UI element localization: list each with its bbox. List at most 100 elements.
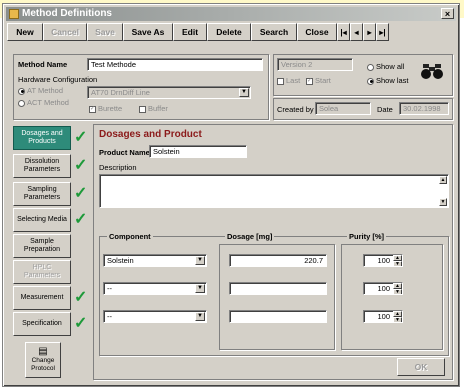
change-protocol-label: Change Protocol — [31, 357, 55, 372]
radio-icon — [18, 99, 25, 107]
scroll-down-icon[interactable]: ▼ — [439, 198, 447, 206]
change-protocol-button[interactable]: ▤ Change Protocol — [25, 342, 61, 378]
sidebar-item-sampling[interactable]: Sampling Parameters — [13, 182, 71, 206]
last-label: Last — [286, 76, 301, 85]
purity-spinner-1[interactable]: ▲ ▼ — [393, 255, 402, 266]
sidebar-item-dissolution[interactable]: Dissolution Parameters — [13, 154, 71, 178]
sidebar-item-sample-prep[interactable]: Sample Preparation — [13, 234, 71, 258]
show-all-label: Show all — [376, 62, 405, 71]
purity-input-1-value: 100 — [377, 256, 390, 265]
sidebar-item-dosages[interactable]: Dosages and Products — [13, 126, 71, 150]
hardware-option-1-label: AT Method — [27, 86, 63, 95]
component-select-2-value: -- — [107, 284, 112, 293]
product-name-label: Product Name — [99, 148, 150, 157]
component-select-3[interactable]: -- ▼ — [103, 310, 207, 323]
component-select-1[interactable]: Solstein ▼ — [103, 254, 207, 267]
created-by-label: Created by — [277, 105, 314, 114]
burette-checkbox[interactable]: ✓ Burette — [89, 104, 122, 113]
hardware-option-1[interactable]: AT Method — [18, 86, 63, 95]
purity-input-3[interactable]: 100 ▲ ▼ — [363, 310, 403, 323]
spin-down-icon[interactable]: ▼ — [393, 261, 402, 266]
component-select-3-value: -- — [107, 312, 112, 321]
sidebar-item-media[interactable]: Selecting Media — [13, 208, 71, 232]
device-select-value: AT70 DrnDiff Line — [91, 88, 150, 97]
edit-button[interactable]: Edit — [173, 23, 207, 41]
checkbox-icon: ✓ — [89, 105, 96, 113]
show-last-label: Show last — [376, 76, 409, 85]
dosage-header: Dosage [mg] — [225, 232, 275, 241]
radio-icon — [18, 87, 25, 95]
dosage-input-3[interactable] — [229, 310, 327, 323]
product-name-input[interactable]: Solstein — [149, 145, 247, 158]
nav-next-button[interactable]: ▸ — [363, 23, 376, 41]
sidebar-item-measurement[interactable]: Measurement — [13, 286, 71, 310]
search-button[interactable]: Search — [251, 23, 297, 41]
close-button[interactable]: Close — [297, 23, 337, 41]
buffer-label: Buffer — [148, 104, 168, 113]
burette-label: Burette — [98, 104, 123, 113]
chevron-down-icon[interactable]: ▼ — [195, 312, 205, 321]
hardware-config-label: Hardware Configuration — [18, 75, 98, 84]
close-icon[interactable]: × — [441, 8, 454, 19]
done-check-icon: ✓ — [74, 185, 88, 202]
protocol-icon: ▤ — [38, 346, 48, 357]
checkbox-icon: ✓ — [306, 77, 313, 85]
description-label: Description — [99, 163, 137, 172]
radio-icon — [367, 63, 374, 71]
window-title: Method Definitions — [22, 8, 112, 19]
hardware-option-2[interactable]: ACT Method — [18, 98, 69, 107]
purity-spinner-3[interactable]: ▲ ▼ — [393, 311, 402, 322]
last-checkbox[interactable]: Last — [277, 76, 300, 85]
save-button[interactable]: Save — [87, 23, 123, 41]
sidebar-item-specification[interactable]: Specification — [13, 312, 71, 336]
start-checkbox[interactable]: ✓ Start — [306, 76, 331, 85]
dosage-input-1[interactable]: 220.7 — [229, 254, 327, 267]
purity-input-3-value: 100 — [377, 312, 390, 321]
chevron-down-icon[interactable]: ▼ — [195, 256, 205, 265]
spin-down-icon[interactable]: ▼ — [393, 289, 402, 294]
date-label: Date — [377, 105, 393, 114]
ok-button[interactable]: OK — [397, 358, 445, 376]
dosage-input-2[interactable] — [229, 282, 327, 295]
purity-header: Purity [%] — [347, 232, 387, 241]
cancel-button[interactable]: Cancel — [43, 23, 87, 41]
method-definitions-window: Method Definitions × New Cancel Save Sav… — [2, 3, 460, 387]
date-field: 30.02.1998 — [399, 102, 449, 115]
method-name-input[interactable]: Test Methode — [87, 58, 263, 71]
done-check-icon: ✓ — [74, 289, 88, 306]
device-select[interactable]: AT70 DrnDiff Line ▼ — [87, 86, 251, 99]
nav-prev-button[interactable]: ◂ — [350, 23, 363, 41]
toolbar: New Cancel Save Save As Edit Delete Sear… — [7, 23, 457, 41]
app-icon — [9, 9, 19, 19]
show-last-radio[interactable]: Show last — [367, 76, 409, 85]
start-label: Start — [315, 76, 331, 85]
nav-last-button[interactable]: ▸| — [376, 23, 389, 41]
done-check-icon: ✓ — [74, 157, 88, 174]
purity-spinner-2[interactable]: ▲ ▼ — [393, 283, 402, 294]
spin-down-icon[interactable]: ▼ — [393, 317, 402, 322]
purity-input-2-value: 100 — [377, 284, 390, 293]
checkbox-icon — [139, 105, 146, 113]
delete-button[interactable]: Delete — [207, 23, 251, 41]
done-check-icon: ✓ — [74, 211, 88, 228]
save-as-button[interactable]: Save As — [123, 23, 173, 41]
checkbox-icon — [277, 77, 284, 85]
component-select-2[interactable]: -- ▼ — [103, 282, 207, 295]
done-check-icon: ✓ — [74, 129, 88, 146]
new-button[interactable]: New — [7, 23, 43, 41]
purity-input-2[interactable]: 100 ▲ ▼ — [363, 282, 403, 295]
chevron-down-icon[interactable]: ▼ — [195, 284, 205, 293]
binoculars-icon[interactable] — [421, 62, 443, 80]
chevron-down-icon[interactable]: ▼ — [239, 88, 249, 97]
show-all-radio[interactable]: Show all — [367, 62, 404, 71]
version-field: Version 2 — [277, 58, 353, 71]
nav-first-button[interactable]: |◂ — [337, 23, 350, 41]
done-check-icon: ✓ — [74, 315, 88, 332]
scroll-up-icon[interactable]: ▲ — [439, 176, 447, 184]
sidebar-item-hplc[interactable]: HPLC Parameters — [13, 260, 71, 284]
hardware-option-2-label: ACT Method — [27, 98, 69, 107]
description-textarea[interactable]: ▲ ▼ — [99, 174, 449, 208]
component-header: Component — [107, 232, 153, 241]
buffer-checkbox[interactable]: Buffer — [139, 104, 168, 113]
purity-input-1[interactable]: 100 ▲ ▼ — [363, 254, 403, 267]
